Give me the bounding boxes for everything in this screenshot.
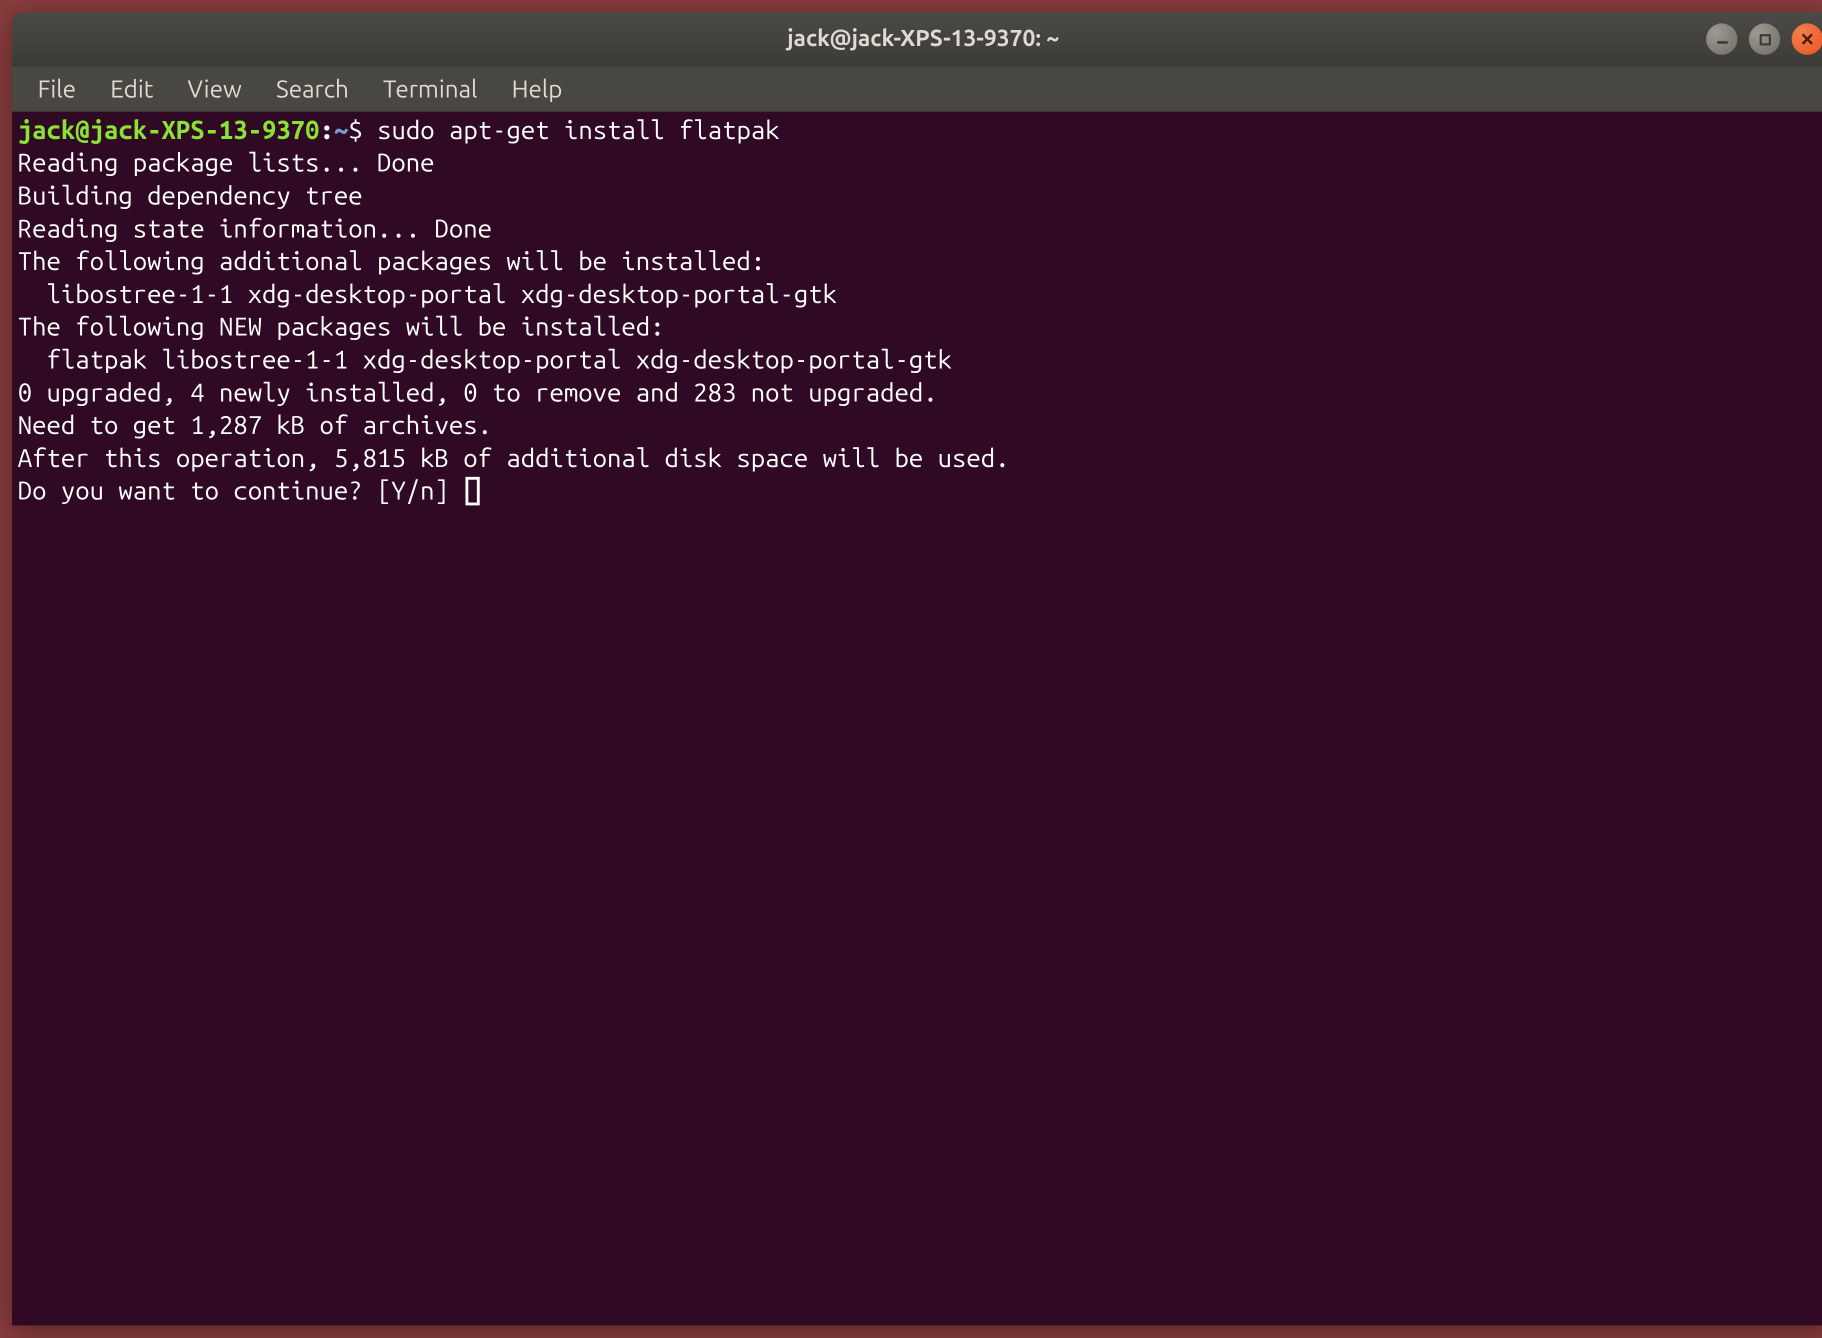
prompt-user-host: jack@jack-XPS-13-9370: [18, 116, 320, 145]
close-icon: [1800, 32, 1814, 46]
output-line: Need to get 1,287 kB of archives.: [18, 412, 492, 441]
minimize-button[interactable]: [1706, 23, 1737, 54]
maximize-icon: [1757, 31, 1773, 47]
menu-help[interactable]: Help: [495, 70, 580, 109]
output-line: After this operation, 5,815 kB of additi…: [18, 445, 1010, 474]
menu-edit[interactable]: Edit: [93, 70, 170, 109]
window-controls: [1706, 23, 1822, 54]
output-line: libostree-1-1 xdg-desktop-portal xdg-des…: [18, 280, 837, 309]
menubar: File Edit View Search Terminal Help: [12, 66, 1822, 112]
terminal-cursor: [466, 477, 480, 506]
output-line: 0 upgraded, 4 newly installed, 0 to remo…: [18, 379, 938, 408]
prompt-separator: :: [320, 116, 334, 145]
output-line: The following NEW packages will be insta…: [18, 313, 665, 342]
menu-terminal[interactable]: Terminal: [366, 70, 495, 109]
prompt-path: ~: [334, 116, 348, 145]
menu-view[interactable]: View: [170, 70, 258, 109]
scrollbar[interactable]: [1814, 112, 1822, 1326]
menu-file[interactable]: File: [21, 70, 94, 109]
command-text: sudo apt-get install flatpak: [377, 116, 779, 145]
titlebar: jack@jack-XPS-13-9370: ~: [12, 12, 1822, 66]
output-line: flatpak libostree-1-1 xdg-desktop-portal…: [18, 346, 952, 375]
output-line: Reading state information... Done: [18, 215, 492, 244]
output-line: Do you want to continue? [Y/n]: [18, 477, 464, 506]
terminal-window: jack@jack-XPS-13-9370: ~ File Edit View …: [12, 12, 1822, 1325]
output-line: Building dependency tree: [18, 182, 363, 211]
output-line: Reading package lists... Done: [18, 149, 435, 178]
minimize-icon: [1714, 31, 1730, 47]
menu-search[interactable]: Search: [259, 70, 366, 109]
output-line: The following additional packages will b…: [18, 247, 765, 276]
maximize-button[interactable]: [1749, 23, 1780, 54]
prompt-symbol: $: [348, 116, 362, 145]
close-button[interactable]: [1792, 23, 1822, 54]
window-title: jack@jack-XPS-13-9370: ~: [787, 26, 1059, 52]
terminal-output[interactable]: jack@jack-XPS-13-9370:~$ sudo apt-get in…: [12, 112, 1822, 1326]
